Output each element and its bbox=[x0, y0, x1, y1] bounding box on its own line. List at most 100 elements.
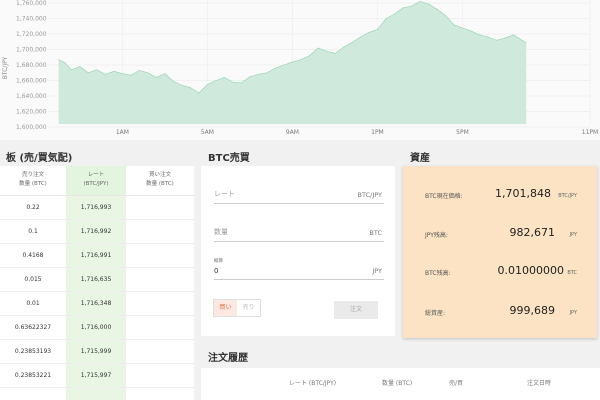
order-history: レート (BTC/JPY) 数量 (BTC) 売/買 注文日時 bbox=[201, 368, 600, 400]
price-point bbox=[377, 29, 378, 30]
asset-value: 0.01000000 bbox=[497, 264, 564, 277]
price-chart-svg: 1,600,000 1,620,000 1,640,000 1,660,000 1,68… bbox=[2, 0, 598, 136]
price-point bbox=[58, 59, 59, 61]
asset-label: BTC現在価格: bbox=[425, 193, 463, 200]
orderbook-row[interactable]: 0.22 1,716,993 bbox=[0, 196, 194, 220]
price-point bbox=[351, 42, 353, 43]
rate-unit: BTC/JPY bbox=[357, 191, 382, 199]
price-point bbox=[79, 66, 81, 68]
amount-placeholder: 数量 bbox=[214, 228, 228, 236]
orderbook-buy-amount bbox=[126, 268, 194, 291]
price-point bbox=[275, 67, 276, 69]
x-tick-label: 5AM bbox=[201, 129, 214, 136]
asset-value: 1,701,848 bbox=[495, 187, 551, 200]
orderbook-buy-amount bbox=[126, 388, 194, 400]
price-point bbox=[283, 64, 285, 66]
orderbook-rate: 1,716,993 bbox=[66, 196, 126, 219]
orderbook-title: 板 (売/買気配) bbox=[6, 153, 73, 164]
orderbook-buy-amount bbox=[126, 364, 194, 387]
amount-field[interactable]: 数量 BTC bbox=[214, 224, 384, 242]
orderbook-rate: 1,715,999 bbox=[66, 340, 126, 363]
submit-order-button[interactable]: 注文 bbox=[334, 301, 378, 319]
asset-unit: BTC bbox=[567, 270, 577, 276]
orderbook-row[interactable]: 0.23853221 1,715,997 bbox=[0, 364, 194, 388]
price-point bbox=[88, 72, 89, 74]
orderbook-buy-amount bbox=[126, 340, 194, 363]
orderbook-row[interactable] bbox=[0, 388, 194, 400]
price-chart: 1,600,000 1,620,000 1,640,000 1,660,000 1,68… bbox=[0, 0, 600, 140]
y-tick-label: 1,760,000 bbox=[16, 0, 47, 7]
asset-row-btc-balance: BTC残高: 0.01000000 BTC bbox=[403, 262, 597, 282]
x-tick-label: 5PM bbox=[456, 129, 469, 136]
price-point bbox=[487, 36, 489, 38]
price-point bbox=[326, 50, 327, 52]
orderbook-row[interactable]: 0.23853193 1,715,999 bbox=[0, 340, 194, 364]
orderbook-buy-amount bbox=[126, 316, 194, 339]
trade-title: BTC売買 bbox=[208, 153, 250, 164]
price-point bbox=[411, 5, 412, 7]
sell-toggle-button[interactable]: 売り bbox=[237, 300, 260, 316]
price-point bbox=[105, 74, 106, 75]
header-rate-line1: レート bbox=[87, 172, 105, 178]
orderbook-row[interactable]: 0.1 1,716,992 bbox=[0, 220, 194, 244]
y-tick-label: 1,700,000 bbox=[16, 47, 47, 54]
orderbook: 売り注文 数量 (BTC) レート (BTC/JPY) 買い注文 数量 (BTC… bbox=[0, 166, 194, 400]
y-tick-label: 1,720,000 bbox=[16, 31, 47, 38]
price-point bbox=[224, 77, 225, 78]
asset-value: 999,689 bbox=[509, 304, 556, 317]
orderbook-rate: 1,716,000 bbox=[66, 316, 126, 339]
price-point bbox=[317, 47, 319, 49]
price-point bbox=[241, 82, 242, 84]
price-point bbox=[130, 74, 132, 76]
price-point bbox=[445, 15, 446, 16]
orderbook-sell-amount: 0.015 bbox=[24, 276, 42, 283]
header-rate-line2: (BTC/JPY) bbox=[83, 181, 109, 187]
total-value: 0 bbox=[214, 267, 219, 275]
price-point bbox=[479, 34, 480, 36]
orderbook-row[interactable]: 0.015 1,716,635 bbox=[0, 268, 194, 292]
history-header-rate: レート (BTC/JPY) bbox=[289, 380, 337, 387]
header-sell-line1: 売り注文 bbox=[21, 172, 44, 178]
orderbook-sell-amount: 0.22 bbox=[26, 204, 40, 211]
orderbook-rows: 0.22 1,716,993 0.1 1,716,992 0.4168 1,716,991… bbox=[0, 196, 194, 400]
y-tick-label: 1,620,000 bbox=[16, 109, 47, 116]
price-point bbox=[513, 34, 514, 36]
rate-field[interactable]: レート BTC/JPY bbox=[214, 186, 384, 204]
y-tick-label: 1,740,000 bbox=[16, 16, 47, 23]
price-point bbox=[385, 18, 387, 19]
history-header-datetime: 注文日時 bbox=[527, 380, 552, 387]
price-point bbox=[368, 32, 370, 33]
price-point bbox=[300, 59, 302, 61]
x-tick-label: 1AM bbox=[116, 129, 129, 136]
x-tick-label: 11PM bbox=[582, 129, 598, 136]
orderbook-header-rate: レート (BTC/JPY) bbox=[66, 166, 126, 195]
price-point bbox=[122, 73, 123, 74]
asset-label: 総資産: bbox=[425, 310, 446, 317]
price-point bbox=[96, 69, 98, 71]
price-point bbox=[343, 46, 344, 48]
buy-toggle-button[interactable]: 買い bbox=[214, 300, 237, 316]
price-point bbox=[436, 8, 438, 10]
orderbook-rate: 1,716,991 bbox=[66, 244, 126, 267]
price-point bbox=[419, 1, 421, 2]
orderbook-row[interactable]: 0.63622327 1,716,000 bbox=[0, 316, 194, 340]
header-buy-line1: 買い注文 bbox=[148, 172, 171, 178]
y-tick-label: 1,680,000 bbox=[16, 62, 47, 69]
asset-unit: JPY bbox=[569, 232, 577, 238]
history-header-side: 売/買 bbox=[449, 380, 464, 387]
orderbook-header-sell: 売り注文 数量 (BTC) bbox=[0, 166, 66, 195]
price-point bbox=[402, 7, 404, 9]
price-point bbox=[292, 61, 293, 63]
orderbook-row[interactable]: 0.4168 1,716,991 bbox=[0, 244, 194, 268]
price-point bbox=[207, 84, 208, 85]
asset-unit: BTC/JPY bbox=[558, 193, 577, 199]
orderbook-sell-amount bbox=[0, 388, 66, 400]
price-point bbox=[156, 77, 157, 78]
orderbook-buy-amount bbox=[126, 292, 194, 315]
orderbook-row[interactable]: 0.01 1,716,348 bbox=[0, 292, 194, 316]
header-sell-line2: 数量 (BTC) bbox=[19, 181, 47, 187]
price-point bbox=[470, 30, 472, 32]
orderbook-buy-amount bbox=[126, 244, 194, 267]
orderbook-rate bbox=[66, 388, 126, 400]
price-point bbox=[215, 80, 217, 81]
